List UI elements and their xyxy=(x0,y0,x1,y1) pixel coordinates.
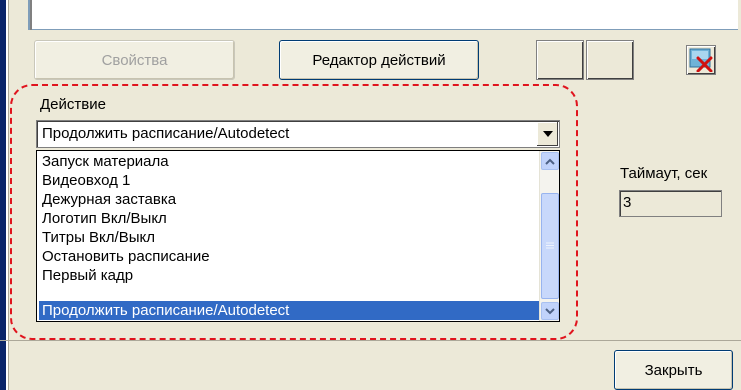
triangle-down-icon xyxy=(542,131,553,137)
top-panel-divider xyxy=(30,0,32,30)
scroll-up-button[interactable] xyxy=(541,152,559,170)
close-button[interactable]: Закрыть xyxy=(614,350,733,390)
chevron-down-icon xyxy=(545,307,555,314)
grip-icon xyxy=(546,242,554,249)
blank-button-2[interactable] xyxy=(586,40,634,80)
properties-button[interactable]: Свойства xyxy=(34,40,235,80)
chevron-up-icon xyxy=(545,158,555,165)
list-item[interactable]: Титры Вкл/Выкл xyxy=(39,228,539,247)
list-scrollbar[interactable] xyxy=(539,151,559,321)
scroll-down-button[interactable] xyxy=(541,302,559,320)
action-label: Действие xyxy=(40,96,106,113)
delete-button[interactable] xyxy=(686,45,716,75)
list-item[interactable]: Остановить расписание xyxy=(39,247,539,266)
action-combobox-value: Продолжить расписание/Autodetect xyxy=(42,125,290,142)
list-item[interactable]: Запуск материала xyxy=(39,152,539,171)
timeout-label: Таймаут, сек xyxy=(620,165,708,182)
footer-divider xyxy=(0,340,741,341)
action-editor-button[interactable]: Редактор действий xyxy=(279,40,479,80)
action-dropdown-list[interactable]: Запуск материала Видеовход 1 Дежурная за… xyxy=(36,150,560,322)
action-combobox[interactable]: Продолжить расписание/Autodetect xyxy=(36,120,560,148)
list-item[interactable]: Дежурная заставка xyxy=(39,190,539,209)
list-item[interactable]: Видеовход 1 xyxy=(39,171,539,190)
scroll-thumb[interactable] xyxy=(541,193,559,299)
timeout-field[interactable]: 3 xyxy=(619,190,722,217)
combobox-dropdown-button[interactable] xyxy=(536,122,558,146)
list-item[interactable]: Первый кадр xyxy=(39,266,539,285)
list-item-selected[interactable]: Продолжить расписание/Autodetect xyxy=(39,301,539,320)
delete-image-icon xyxy=(689,48,713,72)
top-list-panel xyxy=(28,0,738,30)
window-edge-shadow xyxy=(8,0,9,390)
blank-button-1[interactable] xyxy=(536,40,584,80)
list-item[interactable]: Логотип Вкл/Выкл xyxy=(39,209,539,228)
